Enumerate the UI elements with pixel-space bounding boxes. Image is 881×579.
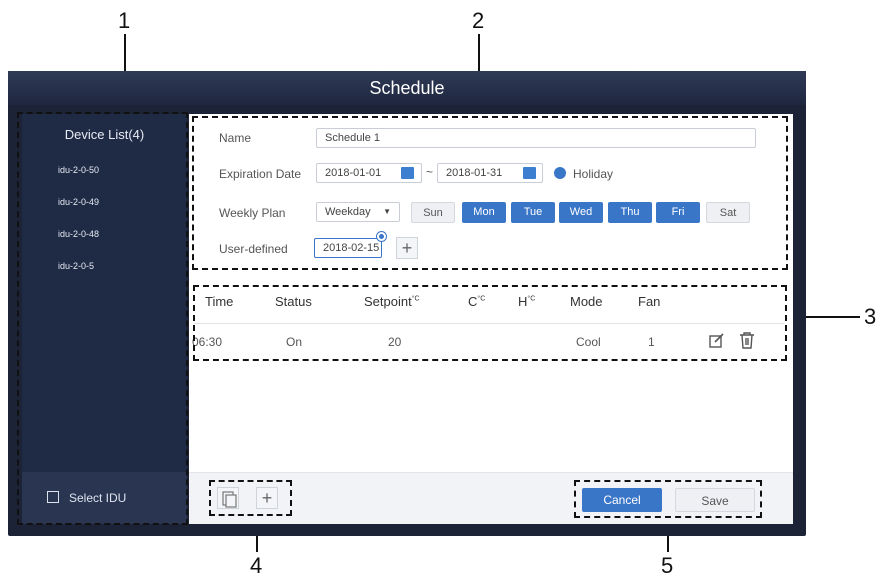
callout-4: 4 bbox=[250, 553, 263, 578]
window-title: Schedule bbox=[8, 71, 806, 105]
callout-box-3 bbox=[193, 285, 787, 361]
callout-box-2 bbox=[192, 116, 788, 270]
callout-box-4 bbox=[209, 480, 292, 516]
callout-2: 2 bbox=[472, 8, 485, 33]
callout-5: 5 bbox=[661, 553, 674, 578]
callout-box-1 bbox=[17, 112, 188, 525]
callout-1: 1 bbox=[118, 8, 131, 33]
callout-box-5 bbox=[574, 480, 762, 518]
callout-3: 3 bbox=[864, 304, 877, 329]
schedule-editor: Name Schedule 1 Expiration Date 2018-01-… bbox=[189, 114, 793, 524]
footer-bar: + Cancel Save bbox=[189, 472, 793, 524]
